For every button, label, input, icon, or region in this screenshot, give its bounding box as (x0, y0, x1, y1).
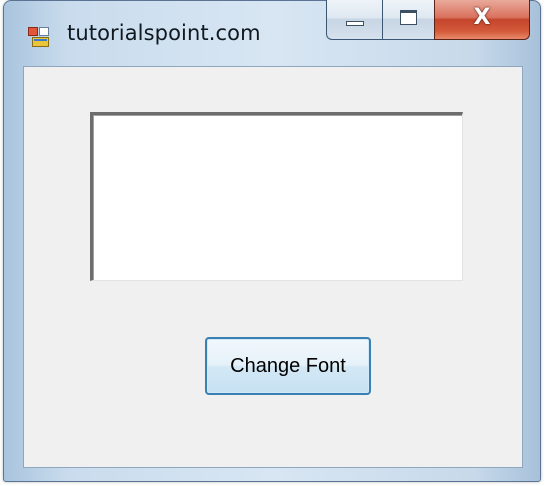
change-font-button[interactable]: Change Font (205, 337, 371, 395)
minimize-button[interactable] (326, 0, 382, 40)
app-window: tutorialspoint.com X Change Font (3, 0, 541, 482)
maximize-button[interactable] (382, 0, 434, 40)
text-box[interactable] (90, 112, 463, 281)
window-title: tutorialspoint.com (67, 21, 261, 45)
caption-buttons: X (326, 0, 530, 42)
title-bar[interactable]: tutorialspoint.com X (4, 0, 540, 61)
form-client-area: Change Font (23, 66, 523, 468)
maximize-icon (400, 10, 417, 25)
close-icon: X (473, 5, 491, 30)
app-icon[interactable] (28, 27, 50, 47)
close-button[interactable]: X (434, 0, 530, 40)
minimize-icon (346, 21, 364, 26)
